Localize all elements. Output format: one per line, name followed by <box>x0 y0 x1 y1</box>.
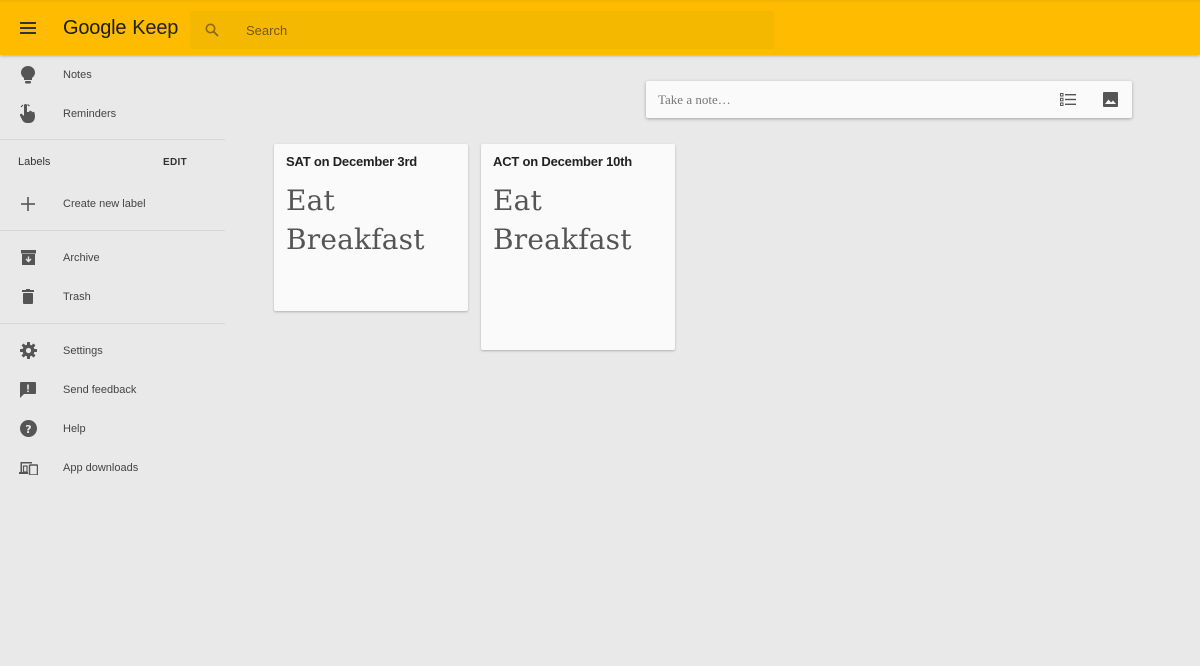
note-body-line: Eat <box>493 184 542 217</box>
note-title: SAT on December 3rd <box>286 154 418 169</box>
sidebar-item-label: Notes <box>63 68 92 81</box>
create-new-label-button[interactable]: Create new label <box>0 184 225 223</box>
reminder-hand-icon <box>0 103 56 124</box>
lightbulb-icon <box>0 65 56 84</box>
archive-icon <box>0 250 56 265</box>
sidebar-item-settings[interactable]: Settings <box>0 331 225 370</box>
sidebar-item-label: Create new label <box>63 197 146 210</box>
sidebar-item-send-feedback[interactable]: Send feedback <box>0 370 225 409</box>
sidebar-item-trash[interactable]: Trash <box>0 277 225 316</box>
brand-name-keep: Keep <box>132 17 179 39</box>
sidebar-item-app-downloads[interactable]: App downloads <box>0 448 225 487</box>
plus-icon <box>0 196 56 211</box>
sidebar-item-label: Help <box>63 422 86 435</box>
note-card[interactable]: ACT on December 10th Eat Breakfast <box>481 144 675 350</box>
note-body-line: Eat <box>286 184 335 217</box>
note-body-line: Breakfast <box>493 223 632 256</box>
sidebar-item-label: Archive <box>63 251 100 264</box>
note-body: Eat Breakfast <box>286 181 456 259</box>
hamburger-menu-icon[interactable] <box>20 22 36 34</box>
sidebar-item-label: Trash <box>63 290 91 303</box>
sidebar-item-label: Settings <box>63 344 103 357</box>
sidebar-item-help[interactable]: ? Help <box>0 409 225 448</box>
labels-title: Labels <box>18 156 51 168</box>
sidebar-item-label: Send feedback <box>63 383 137 396</box>
trash-icon <box>0 289 56 304</box>
devices-icon <box>0 461 56 475</box>
new-list-button[interactable] <box>1046 93 1089 106</box>
note-title: ACT on December 10th <box>493 154 633 169</box>
sidebar-item-reminders[interactable]: Reminders <box>0 94 225 133</box>
search-bar[interactable] <box>190 11 774 49</box>
image-icon <box>1103 92 1118 107</box>
help-icon: ? <box>0 420 56 437</box>
sidebar-item-label: App downloads <box>63 461 139 474</box>
svg-text:?: ? <box>25 423 31 436</box>
feedback-icon <box>0 381 56 398</box>
app-header: Google Keep <box>0 0 1200 55</box>
app-logo[interactable]: Google Keep <box>63 17 178 40</box>
sidebar-item-label: Reminders <box>63 107 117 120</box>
sidebar-divider <box>0 230 225 231</box>
sidebar-item-notes[interactable]: Notes <box>0 55 225 94</box>
note-body: Eat Breakfast <box>493 181 663 259</box>
edit-labels-button[interactable]: EDIT <box>163 157 187 168</box>
take-note-input[interactable]: Take a note… <box>658 92 1046 108</box>
checklist-icon <box>1059 93 1076 106</box>
new-image-note-button[interactable] <box>1089 92 1132 107</box>
gear-icon <box>0 342 56 359</box>
note-body-line: Breakfast <box>286 223 425 256</box>
labels-section-header: Labels EDIT <box>0 140 225 184</box>
search-input[interactable] <box>246 22 746 38</box>
sidebar-item-archive[interactable]: Archive <box>0 238 225 277</box>
take-note-bar[interactable]: Take a note… <box>646 81 1132 118</box>
note-card[interactable]: SAT on December 3rd Eat Breakfast <box>274 144 468 311</box>
sidebar-divider <box>0 323 225 324</box>
brand-name-google: Google <box>63 17 127 39</box>
search-icon[interactable] <box>190 23 234 37</box>
sidebar: Notes Reminders Labels EDIT Create new l… <box>0 55 225 487</box>
main-menu-button[interactable] <box>14 14 42 42</box>
